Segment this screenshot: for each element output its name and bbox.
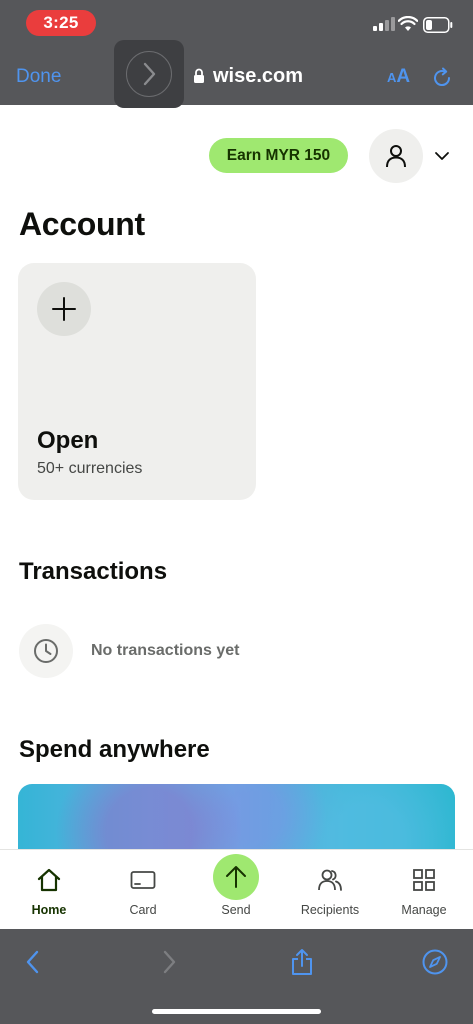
profile-menu-toggle[interactable] (432, 146, 452, 166)
forward-button[interactable] (154, 947, 184, 977)
open-account-card[interactable]: Open 50+ currencies (18, 263, 256, 500)
cellular-signal-icon (373, 17, 395, 31)
tab-card[interactable]: Card (96, 850, 190, 930)
profile-avatar-button[interactable] (369, 129, 423, 183)
address-bar: Done wise.com AA (0, 44, 473, 105)
text-size-button[interactable]: AA (387, 66, 410, 88)
chevron-down-icon (435, 152, 449, 160)
home-icon (35, 866, 63, 894)
earn-referral-button[interactable]: Earn MYR 150 (209, 138, 348, 173)
forward-overlay-button[interactable] (114, 40, 184, 108)
done-button[interactable]: Done (16, 66, 61, 88)
recipients-icon (316, 866, 344, 894)
arrow-up-icon (226, 866, 246, 888)
spend-anywhere-heading: Spend anywhere (19, 736, 210, 763)
clock-icon (34, 639, 58, 663)
bottom-tab-bar: Home Card Send Recipients Manage (0, 849, 473, 929)
back-button[interactable] (18, 947, 48, 977)
open-in-safari-button[interactable] (420, 947, 450, 977)
page-title: Account (19, 206, 145, 242)
no-transactions-text: No transactions yet (91, 642, 240, 659)
lock-icon (194, 68, 204, 83)
tab-recipients[interactable]: Recipients (283, 850, 377, 930)
tab-send-label: Send (221, 903, 251, 917)
url-text: wise.com (213, 64, 304, 87)
plus-icon (52, 297, 76, 321)
tab-recipients-label: Recipients (300, 903, 360, 917)
tab-send[interactable]: Send (189, 850, 283, 930)
forward-ring (126, 51, 172, 97)
tab-home[interactable]: Home (2, 850, 96, 930)
text-size-small-a: A (387, 70, 397, 85)
chevron-right-icon (163, 950, 176, 974)
open-account-label: Open (37, 427, 99, 454)
user-icon (386, 145, 406, 168)
tab-card-label: Card (129, 903, 157, 917)
share-button[interactable] (287, 947, 317, 977)
transactions-heading: Transactions (19, 558, 168, 585)
battery-icon (423, 17, 453, 33)
send-button[interactable] (213, 854, 259, 900)
open-account-subtitle: 50+ currencies (37, 460, 143, 477)
browser-top-chrome: 3:25 Done wise.com AA (0, 0, 473, 105)
share-icon (292, 949, 312, 975)
status-bar: 3:25 (0, 0, 473, 44)
transactions-empty-icon (19, 624, 73, 678)
compass-icon (422, 949, 448, 975)
chevron-right-icon (143, 62, 156, 86)
card-icon (129, 866, 157, 894)
home-indicator[interactable] (152, 1009, 321, 1014)
url-field[interactable]: wise.com (193, 64, 303, 88)
status-time: 3:25 (26, 10, 96, 36)
browser-bottom-toolbar (0, 929, 473, 1024)
reload-icon[interactable] (430, 66, 454, 90)
tab-manage[interactable]: Manage (377, 850, 471, 930)
add-account-button[interactable] (37, 282, 91, 336)
chevron-left-icon (26, 950, 39, 974)
grid-icon (410, 866, 438, 894)
text-size-big-a: A (396, 66, 411, 87)
wifi-icon (398, 16, 418, 31)
tab-manage-label: Manage (401, 903, 447, 917)
tab-home-label: Home (31, 903, 67, 917)
